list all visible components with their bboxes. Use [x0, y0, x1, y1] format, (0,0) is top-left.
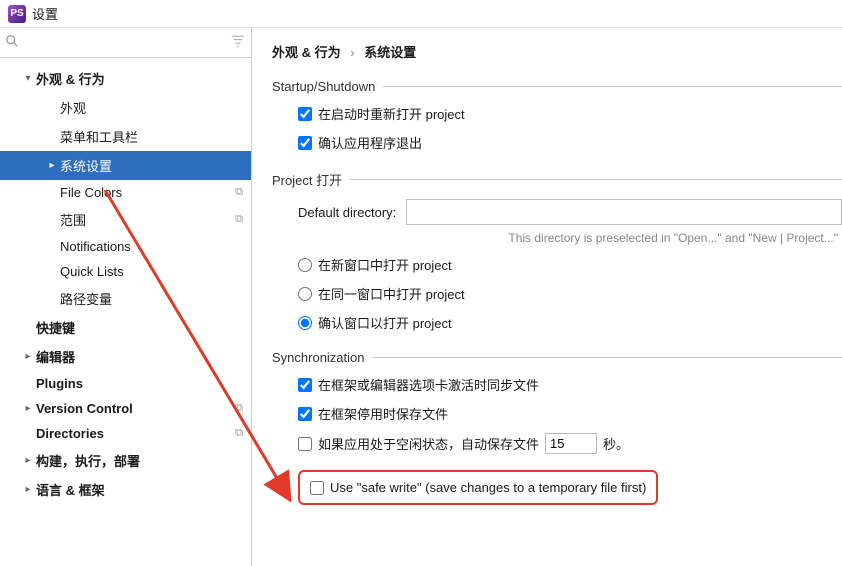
- tree-item-label: Notifications: [60, 239, 131, 254]
- sidebar: ▾外观 & 行为▸外观▸菜单和工具栏▸系统设置▸File Colors⧉▸范围⧉…: [0, 28, 252, 566]
- tree-item-label: Version Control: [36, 401, 133, 416]
- safe-write-checkbox[interactable]: [310, 481, 324, 495]
- tree-item-label: 编辑器: [36, 347, 75, 366]
- tree-item-0[interactable]: ▾外观 & 行为: [0, 64, 251, 93]
- chevron-right-icon: ▸: [20, 351, 36, 362]
- idle-seconds-input[interactable]: [545, 433, 597, 454]
- tree-item-1[interactable]: ▸外观: [0, 93, 251, 122]
- sync-activate-label: 在框架或编辑器选项卡激活时同步文件: [318, 375, 539, 394]
- idle-save-checkbox[interactable]: [298, 437, 312, 451]
- idle-save-label-post: 秒。: [603, 434, 629, 453]
- default-dir-hint: This directory is preselected in "Open..…: [298, 231, 842, 245]
- open-new-window-label: 在新窗口中打开 project: [318, 255, 452, 274]
- tree-item-7[interactable]: ▸Quick Lists: [0, 259, 251, 284]
- copy-icon: ⧉: [235, 427, 243, 440]
- window-title: 设置: [32, 4, 58, 23]
- tree-item-3[interactable]: ▸系统设置: [0, 151, 251, 180]
- reopen-label: 在启动时重新打开 project: [318, 104, 465, 123]
- filter-icon[interactable]: [231, 34, 247, 51]
- safe-write-label: Use "safe write" (save changes to a temp…: [330, 480, 646, 495]
- search-row: [0, 28, 251, 58]
- reopen-checkbox[interactable]: [298, 107, 312, 121]
- tree-item-label: 范围: [60, 210, 86, 229]
- tree-item-label: 构建，执行，部署: [36, 451, 140, 470]
- search-input[interactable]: [20, 33, 231, 52]
- main: ▾外观 & 行为▸外观▸菜单和工具栏▸系统设置▸File Colors⧉▸范围⧉…: [0, 28, 842, 566]
- open-same-window-radio[interactable]: [298, 287, 312, 301]
- copy-icon: ⧉: [235, 186, 243, 199]
- app-icon: PS: [8, 5, 26, 23]
- tree-item-label: Directories: [36, 426, 104, 441]
- tree-item-11[interactable]: ▸Plugins: [0, 371, 251, 396]
- settings-tree: ▾外观 & 行为▸外观▸菜单和工具栏▸系统设置▸File Colors⧉▸范围⧉…: [0, 58, 251, 566]
- content: 外观 & 行为 › 系统设置 Startup/Shutdown 在启动时重新打开…: [252, 28, 842, 566]
- breadcrumb: 外观 & 行为 › 系统设置: [272, 42, 842, 61]
- group-legend: Project 打开: [272, 170, 350, 189]
- confirm-window-radio[interactable]: [298, 316, 312, 330]
- safe-write-highlight: Use "safe write" (save changes to a temp…: [298, 470, 658, 505]
- breadcrumb-part: 系统设置: [364, 45, 416, 60]
- tree-item-label: Plugins: [36, 376, 83, 391]
- tree-item-label: 系统设置: [60, 156, 112, 175]
- chevron-down-icon: ▾: [20, 73, 36, 84]
- chevron-right-icon: ▸: [20, 455, 36, 466]
- titlebar: PS 设置: [0, 0, 842, 28]
- tree-item-13[interactable]: ▸Directories⧉: [0, 421, 251, 446]
- breadcrumb-sep: ›: [350, 45, 354, 60]
- chevron-right-icon: ▸: [20, 484, 36, 495]
- sync-deactivate-checkbox[interactable]: [298, 407, 312, 421]
- default-dir-input[interactable]: [406, 199, 842, 225]
- tree-item-8[interactable]: ▸路径变量: [0, 284, 251, 313]
- tree-item-label: 菜单和工具栏: [60, 127, 138, 146]
- search-icon: [4, 34, 20, 51]
- chevron-right-icon: ▸: [44, 160, 60, 171]
- group-legend: Synchronization: [272, 350, 373, 365]
- tree-item-label: 快捷键: [36, 318, 75, 337]
- startup-group: Startup/Shutdown 在启动时重新打开 project 确认应用程序…: [272, 79, 842, 156]
- copy-icon: ⧉: [235, 402, 243, 415]
- idle-save-label-pre: 如果应用处于空闲状态，自动保存文件: [318, 434, 539, 453]
- sync-deactivate-label: 在框架停用时保存文件: [318, 404, 448, 423]
- tree-item-label: 外观: [60, 98, 86, 117]
- tree-item-2[interactable]: ▸菜单和工具栏: [0, 122, 251, 151]
- chevron-right-icon: ▸: [20, 403, 36, 414]
- tree-item-9[interactable]: ▸快捷键: [0, 313, 251, 342]
- tree-item-label: Quick Lists: [60, 264, 124, 279]
- sync-activate-checkbox[interactable]: [298, 378, 312, 392]
- sync-group: Synchronization 在框架或编辑器选项卡激活时同步文件 在框架停用时…: [272, 350, 842, 509]
- tree-item-6[interactable]: ▸Notifications: [0, 234, 251, 259]
- tree-item-label: 语言 & 框架: [36, 480, 105, 499]
- project-open-group: Project 打开 Default directory: This direc…: [272, 170, 842, 336]
- tree-item-label: File Colors: [60, 185, 122, 200]
- tree-item-10[interactable]: ▸编辑器: [0, 342, 251, 371]
- confirm-exit-checkbox[interactable]: [298, 136, 312, 150]
- tree-item-label: 路径变量: [60, 289, 112, 308]
- default-dir-label: Default directory:: [298, 205, 396, 220]
- tree-item-5[interactable]: ▸范围⧉: [0, 205, 251, 234]
- open-new-window-radio[interactable]: [298, 258, 312, 272]
- copy-icon: ⧉: [235, 213, 243, 226]
- confirm-exit-label: 确认应用程序退出: [318, 133, 422, 152]
- group-legend: Startup/Shutdown: [272, 79, 383, 94]
- open-same-window-label: 在同一窗口中打开 project: [318, 284, 465, 303]
- breadcrumb-part: 外观 & 行为: [272, 45, 341, 60]
- tree-item-label: 外观 & 行为: [36, 69, 105, 88]
- tree-item-4[interactable]: ▸File Colors⧉: [0, 180, 251, 205]
- tree-item-12[interactable]: ▸Version Control ⧉: [0, 396, 251, 421]
- confirm-window-label: 确认窗口以打开 project: [318, 313, 452, 332]
- tree-item-15[interactable]: ▸语言 & 框架: [0, 475, 251, 504]
- tree-item-14[interactable]: ▸构建，执行，部署: [0, 446, 251, 475]
